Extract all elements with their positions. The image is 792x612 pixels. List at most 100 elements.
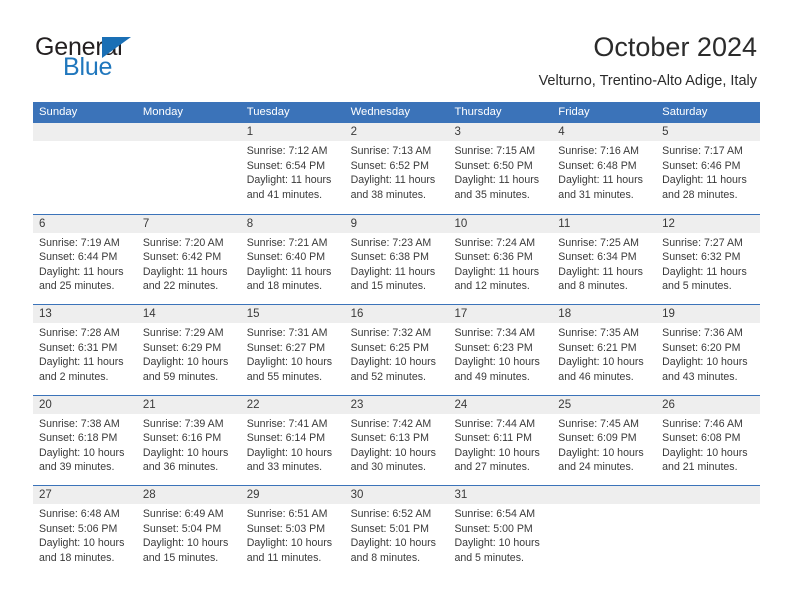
calendar-day-cell-empty	[33, 123, 137, 214]
calendar-day-cell[interactable]: 12 Sunrise: 7:27 AM Sunset: 6:32 PM Dayligh…	[656, 215, 760, 305]
day-detail-line: Sunrise: 7:23 AM	[350, 236, 432, 249]
day-detail-line: Daylight: 11 hours	[454, 174, 540, 187]
calendar-day-cell-empty	[552, 486, 656, 576]
day-detail-line: and 39 minutes.	[39, 461, 115, 474]
calendar-day-cell[interactable]: 8 Sunrise: 7:21 AM Sunset: 6:40 PM Daylight…	[241, 215, 345, 305]
day-of-week-header: Monday	[142, 106, 184, 118]
day-detail-line: Sunrise: 7:39 AM	[142, 417, 224, 430]
day-detail-line: Daylight: 10 hours	[662, 446, 748, 459]
day-detail-line: and 22 minutes.	[142, 280, 219, 293]
day-number: 19	[662, 308, 675, 320]
day-detail-line: Sunrise: 6:54 AM	[454, 508, 536, 520]
day-detail-line: Daylight: 11 hours	[662, 265, 747, 278]
page-title: October 2024	[593, 32, 757, 62]
calendar-day-cell[interactable]: 13 Sunrise: 7:28 AM Sunset: 6:31 PM Dayligh…	[33, 305, 137, 395]
day-detail-line: Daylight: 11 hours	[246, 174, 332, 187]
calendar-day-cell[interactable]: 16 Sunrise: 7:32 AM Sunset: 6:25 PM Dayligh…	[345, 305, 449, 395]
calendar-day-cell[interactable]: 26 Sunrise: 7:46 AM Sunset: 6:08 PM Dayligh…	[656, 396, 760, 486]
calendar-day-cell[interactable]: 23 Sunrise: 7:42 AM Sunset: 6:13 PM Dayligh…	[345, 396, 449, 486]
calendar-week-row: 1 Sunrise: 7:12 AM Sunset: 6:54 PM Daylight…	[33, 123, 760, 214]
calendar-day-cell[interactable]: 5 Sunrise: 7:17 AM Sunset: 6:46 PM Daylight…	[656, 123, 760, 214]
calendar-day-cell[interactable]: 11 Sunrise: 7:25 AM Sunset: 6:34 PM Dayligh…	[552, 215, 656, 305]
day-number: 9	[350, 217, 357, 230]
day-detail-lines: Sunrise: 7:21 AM Sunset: 6:40 PM Daylight:…	[247, 236, 339, 294]
day-detail-line: Sunrise: 7:17 AM	[662, 145, 743, 157]
day-detail-line: Sunset: 6:36 PM	[454, 251, 533, 264]
day-detail-line: Sunrise: 6:52 AM	[350, 508, 432, 520]
calendar-day-cell[interactable]: 27 Sunrise: 6:48 AM Sunset: 5:06 PM Dayligh…	[33, 486, 137, 576]
day-detail-line: and 25 minutes.	[39, 280, 115, 293]
day-detail-lines: Sunrise: 7:28 AM Sunset: 6:31 PM Daylight:…	[39, 326, 131, 384]
day-detail-lines: Sunrise: 7:39 AM Sunset: 6:16 PM Daylight:…	[143, 417, 235, 475]
calendar-day-cell[interactable]: 17 Sunrise: 7:34 AM Sunset: 6:23 PM Dayligh…	[448, 305, 552, 395]
day-detail-line: Sunrise: 7:24 AM	[454, 236, 536, 249]
calendar-day-cell[interactable]: 1 Sunrise: 7:12 AM Sunset: 6:54 PM Daylight…	[241, 123, 345, 214]
day-detail-line: Sunrise: 7:32 AM	[350, 327, 432, 339]
day-detail-line: and 8 minutes.	[558, 280, 628, 293]
calendar-week-row: 13 Sunrise: 7:28 AM Sunset: 6:31 PM Dayligh…	[33, 304, 760, 395]
day-detail-line: Daylight: 10 hours	[39, 537, 125, 550]
calendar-day-cell[interactable]: 2 Sunrise: 7:13 AM Sunset: 6:52 PM Daylight…	[345, 123, 449, 214]
calendar-day-cell[interactable]: 20 Sunrise: 7:38 AM Sunset: 6:18 PM Dayligh…	[33, 396, 137, 486]
day-detail-line: Daylight: 11 hours	[246, 265, 332, 278]
day-detail-line: Sunset: 6:23 PM	[454, 341, 533, 354]
day-detail-lines: Sunrise: 7:12 AM Sunset: 6:54 PM Daylight:…	[247, 144, 339, 202]
day-detail-line: Sunrise: 7:25 AM	[558, 236, 639, 249]
calendar-day-cell[interactable]: 22 Sunrise: 7:41 AM Sunset: 6:14 PM Dayligh…	[241, 396, 345, 486]
calendar-day-cell[interactable]: 3 Sunrise: 7:15 AM Sunset: 6:50 PM Daylight…	[448, 123, 552, 214]
calendar-day-cell[interactable]: 24 Sunrise: 7:44 AM Sunset: 6:11 PM Dayligh…	[448, 396, 552, 486]
day-detail-line: Sunrise: 7:36 AM	[662, 327, 743, 339]
day-detail-line: Sunset: 6:20 PM	[662, 341, 741, 354]
day-detail-line: Sunrise: 6:49 AM	[142, 508, 224, 520]
day-detail-line: Sunset: 6:48 PM	[558, 159, 637, 172]
calendar-day-cell[interactable]: 31 Sunrise: 6:54 AM Sunset: 5:00 PM Dayligh…	[448, 486, 552, 576]
day-of-week-header-row: Sunday Monday Tuesday Wednesday Thursday Frid…	[33, 102, 760, 123]
calendar-day-cell[interactable]: 21 Sunrise: 7:39 AM Sunset: 6:16 PM Dayligh…	[137, 396, 241, 486]
day-detail-line: Sunrise: 7:13 AM	[350, 145, 432, 157]
calendar-day-cell[interactable]: 14 Sunrise: 7:29 AM Sunset: 6:29 PM Dayligh…	[137, 305, 241, 395]
day-detail-lines: Sunrise: 7:15 AM Sunset: 6:50 PM Daylight:…	[454, 144, 546, 202]
day-number: 30	[350, 489, 364, 501]
day-number: 29	[246, 489, 260, 501]
day-detail-lines: Sunrise: 7:27 AM Sunset: 6:32 PM Daylight:…	[662, 236, 754, 294]
day-detail-line: Daylight: 10 hours	[350, 446, 436, 459]
day-detail-line: Daylight: 11 hours	[662, 174, 747, 187]
day-detail-line: Sunrise: 7:20 AM	[142, 236, 224, 249]
day-number: 10	[454, 217, 468, 230]
calendar-day-cell[interactable]: 29 Sunrise: 6:51 AM Sunset: 5:03 PM Dayligh…	[241, 486, 345, 576]
day-detail-line: and 2 minutes.	[39, 370, 109, 383]
day-detail-line: Sunrise: 6:48 AM	[39, 508, 120, 520]
calendar-day-cell[interactable]: 28 Sunrise: 6:49 AM Sunset: 5:04 PM Dayligh…	[137, 486, 241, 576]
day-detail-line: Sunrise: 7:19 AM	[39, 236, 120, 249]
day-detail-line: Sunset: 6:27 PM	[246, 341, 326, 354]
calendar-day-cell[interactable]: 18 Sunrise: 7:35 AM Sunset: 6:21 PM Dayligh…	[552, 305, 656, 395]
calendar-day-cell[interactable]: 15 Sunrise: 7:31 AM Sunset: 6:27 PM Dayligh…	[241, 305, 345, 395]
generalblue-logo[interactable]: General Blue	[35, 33, 215, 85]
day-detail-lines: Sunrise: 7:44 AM Sunset: 6:11 PM Daylight:…	[454, 417, 546, 475]
page-header: General Blue October 2024 Velturno, Tren…	[0, 0, 792, 100]
day-detail-line: Sunset: 6:29 PM	[142, 341, 222, 354]
day-detail-line: Sunset: 6:08 PM	[662, 432, 741, 445]
day-detail-lines: Sunrise: 7:42 AM Sunset: 6:13 PM Daylight:…	[351, 417, 443, 475]
day-detail-line: and 38 minutes.	[350, 188, 426, 201]
calendar-day-cell[interactable]: 9 Sunrise: 7:23 AM Sunset: 6:38 PM Daylight…	[345, 215, 449, 305]
day-detail-line: Sunset: 6:54 PM	[246, 159, 326, 172]
calendar-day-cell[interactable]: 30 Sunrise: 6:52 AM Sunset: 5:01 PM Dayligh…	[345, 486, 449, 576]
calendar-day-cell[interactable]: 4 Sunrise: 7:16 AM Sunset: 6:48 PM Daylight…	[552, 123, 656, 214]
calendar-day-cell[interactable]: 19 Sunrise: 7:36 AM Sunset: 6:20 PM Dayligh…	[656, 305, 760, 395]
day-detail-line: and 11 minutes.	[246, 551, 322, 564]
day-number: 18	[558, 308, 572, 320]
title-block: October 2024 Velturno, Trentino-Alto Adi…	[539, 30, 757, 92]
day-detail-lines: Sunrise: 7:25 AM Sunset: 6:34 PM Daylight:…	[558, 236, 650, 294]
day-detail-lines: Sunrise: 6:48 AM Sunset: 5:06 PM Daylight:…	[39, 507, 131, 565]
calendar-day-cell[interactable]: 25 Sunrise: 7:45 AM Sunset: 6:09 PM Dayligh…	[552, 396, 656, 486]
day-number: 14	[142, 308, 156, 320]
calendar-day-cell[interactable]: 6 Sunrise: 7:19 AM Sunset: 6:44 PM Daylight…	[33, 215, 137, 305]
day-detail-line: Sunset: 6:25 PM	[350, 341, 429, 354]
day-number: 3	[454, 126, 461, 138]
calendar-day-cell[interactable]: 7 Sunrise: 7:20 AM Sunset: 6:42 PM Daylight…	[137, 215, 241, 305]
day-number: 25	[558, 398, 572, 411]
day-number: 16	[350, 308, 364, 320]
day-detail-lines: Sunrise: 7:34 AM Sunset: 6:23 PM Daylight:…	[454, 326, 546, 384]
calendar-day-cell[interactable]: 10 Sunrise: 7:24 AM Sunset: 6:36 PM Dayligh…	[448, 215, 552, 305]
